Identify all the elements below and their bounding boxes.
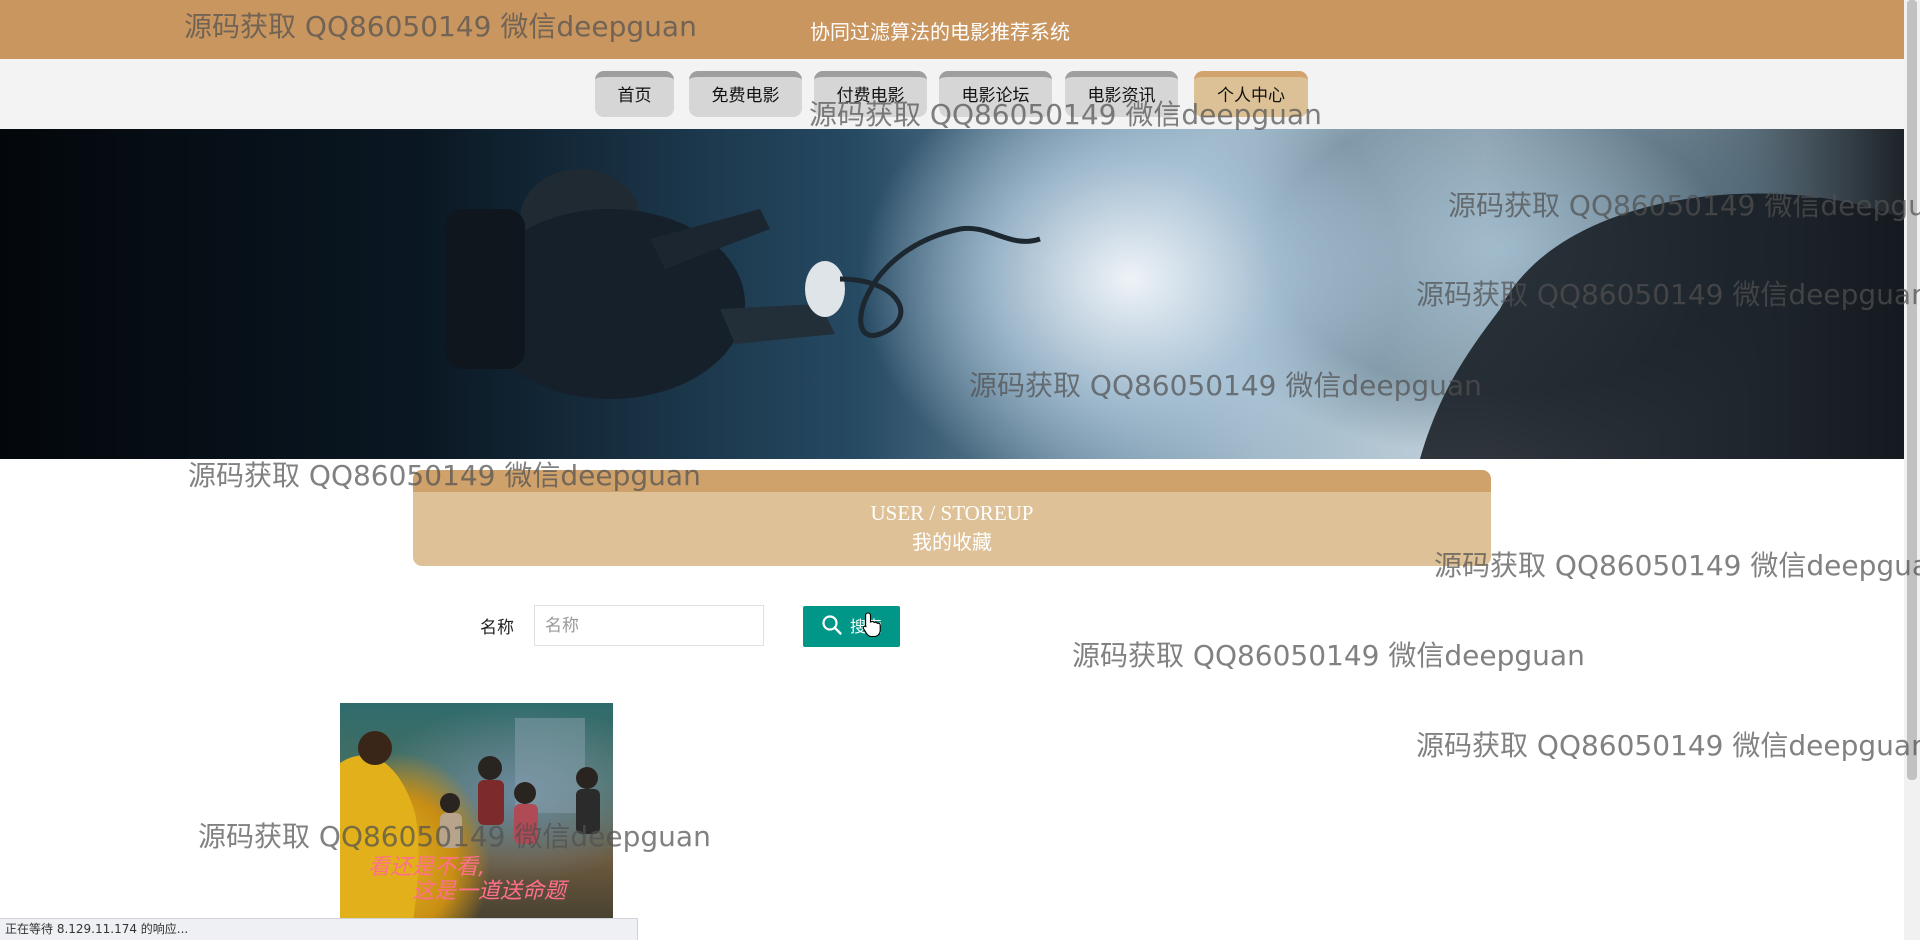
watermark-text: 源码获取 QQ86050149 微信deepguan [198, 820, 711, 853]
page-scrollbar-thumb[interactable] [1907, 0, 1917, 780]
watermark-text: 源码获取 QQ86050149 微信deepguan [1072, 639, 1585, 672]
nav-free-movies[interactable]: 免费电影 [689, 71, 802, 117]
search-icon [822, 615, 842, 635]
watermark-text: 源码获取 QQ86050149 微信deepguan [184, 10, 697, 43]
watermark-text: 源码获取 QQ86050149 微信deepguan [1434, 549, 1920, 582]
search-button[interactable]: 搜索 [803, 606, 900, 647]
section-title-en: USER / STOREUP [870, 501, 1034, 525]
search-input[interactable] [534, 605, 764, 646]
browser-status-bar: 正在等待 8.129.11.174 的响应... [0, 918, 638, 940]
watermark-text: 源码获取 QQ86050149 微信deepguan [1448, 189, 1920, 222]
nav-home[interactable]: 首页 [595, 71, 674, 117]
section-title-cn: 我的收藏 [912, 532, 992, 554]
watermark-text: 源码获取 QQ86050149 微信deepguan [809, 98, 1322, 131]
watermark-text: 源码获取 QQ86050149 微信deepguan [1416, 729, 1920, 762]
watermark-text: 源码获取 QQ86050149 微信deepguan [1416, 278, 1920, 311]
poster-caption-line2: 这是一道送命题 [412, 879, 567, 904]
search-label: 名称 [480, 618, 514, 638]
watermark-text: 源码获取 QQ86050149 微信deepguan [188, 459, 701, 492]
watermark-text: 源码获取 QQ86050149 微信deepguan [969, 369, 1482, 402]
hand-cursor-icon [862, 612, 881, 638]
